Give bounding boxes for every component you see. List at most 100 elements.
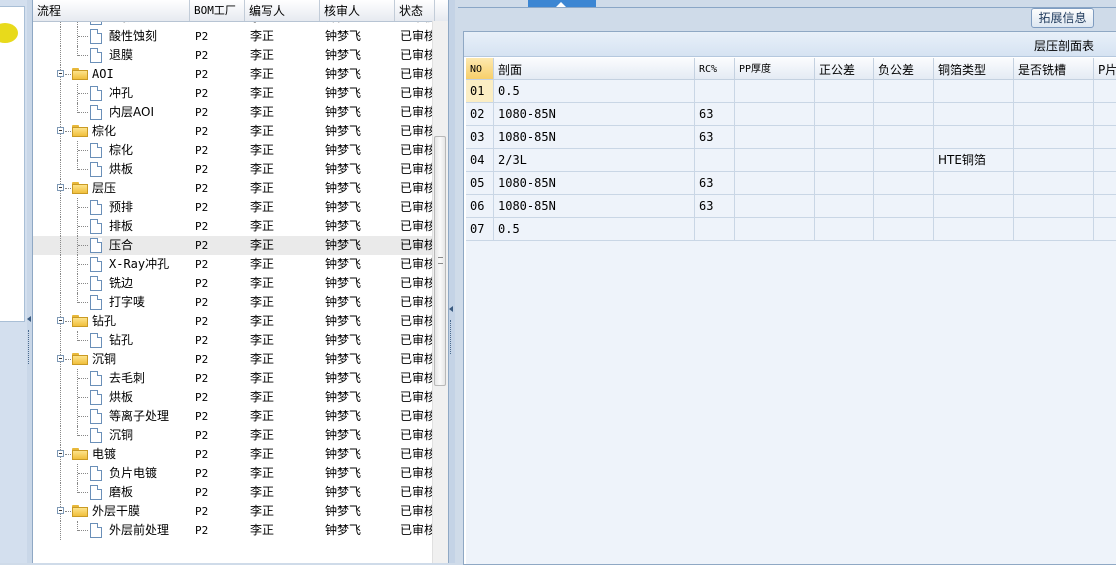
tree-vertical-scrollbar[interactable]	[432, 21, 448, 563]
tree-item-row[interactable]: 等离子处理 P2 李正 钟梦飞 已审核	[33, 407, 436, 426]
middle-splitter[interactable]	[449, 0, 455, 563]
chat-bubble-icon[interactable]	[0, 23, 18, 43]
tree-item-row[interactable]: 铣边 P2 李正 钟梦飞 已审核	[33, 274, 436, 293]
tree-item-row[interactable]: 去毛刺 P2 李正 钟梦飞 已审核	[33, 369, 436, 388]
collapse-toggle-icon[interactable]	[57, 507, 64, 514]
grid-cell[interactable]	[874, 172, 934, 195]
grid-cell[interactable]	[815, 172, 874, 195]
grid-row[interactable]: 01 0.5	[466, 80, 1116, 103]
grid-cell[interactable]: 1080-85N	[494, 126, 695, 149]
tree-item-row[interactable]: 外层前处理 P2 李正 钟梦飞 已审核	[33, 521, 436, 540]
grid-cell[interactable]	[1094, 149, 1116, 172]
grid-cell[interactable]	[815, 149, 874, 172]
tree-scroll-thumb[interactable]	[434, 136, 446, 386]
tree-item-row[interactable]: 退膜 P2 李正 钟梦飞 已审核	[33, 46, 436, 65]
tree-item-row[interactable]: 钻孔 P2 李正 钟梦飞 已审核	[33, 331, 436, 350]
grid-cell[interactable]	[1094, 80, 1116, 103]
grid-cell[interactable]: 1080-85N	[494, 195, 695, 218]
collapse-toggle-icon[interactable]	[57, 70, 64, 77]
tree-item-row[interactable]: 酸性蚀刻 P2 李正 钟梦飞 已审核	[33, 27, 436, 46]
grid-cell[interactable]: 63	[695, 103, 735, 126]
grid-cell[interactable]	[815, 126, 874, 149]
grid-cell[interactable]: 0.5	[494, 218, 695, 241]
grid-cell[interactable]	[1014, 103, 1094, 126]
tree-item-row[interactable]: X-Ray冲孔 P2 李正 钟梦飞 已审核	[33, 255, 436, 274]
tree-item-row[interactable]: 磨板 P2 李正 钟梦飞 已审核	[33, 483, 436, 502]
collapse-toggle-icon[interactable]	[57, 127, 64, 134]
grid-cell[interactable]	[735, 80, 815, 103]
grid-cell[interactable]: 63	[695, 126, 735, 149]
grid-cell[interactable]	[735, 149, 815, 172]
tree-folder-row[interactable]: 外层干膜 P2 李正 钟梦飞 已审核	[33, 502, 436, 521]
active-top-tab[interactable]	[528, 0, 596, 7]
column-header-plus-tolerance[interactable]: 正公差	[815, 58, 874, 80]
grid-row[interactable]: 07 0.5	[466, 218, 1116, 241]
tree-folder-row[interactable]: 电镀 P2 李正 钟梦飞 已审核	[33, 445, 436, 464]
grid-cell[interactable]	[1094, 103, 1116, 126]
grid-cell[interactable]: 63	[695, 195, 735, 218]
grid-cell[interactable]: 1080-85N	[494, 103, 695, 126]
collapse-toggle-icon[interactable]	[57, 450, 64, 457]
grid-row[interactable]: 02 1080-85N 63	[466, 103, 1116, 126]
grid-cell[interactable]: 0.5	[494, 80, 695, 103]
collapse-toggle-icon[interactable]	[57, 184, 64, 191]
grid-cell[interactable]	[1094, 218, 1116, 241]
grid-cell[interactable]	[1014, 149, 1094, 172]
tree-item-row[interactable]: 排板 P2 李正 钟梦飞 已审核	[33, 217, 436, 236]
tree-item-row[interactable]: 负片电镀 P2 李正 钟梦飞 已审核	[33, 464, 436, 483]
tree-item-row[interactable]: 打字唛 P2 李正 钟梦飞 已审核	[33, 293, 436, 312]
collapse-middle-arrow-icon[interactable]	[449, 306, 453, 312]
grid-cell[interactable]	[934, 80, 1014, 103]
grid-cell[interactable]	[1094, 126, 1116, 149]
grid-cell[interactable]: 1080-85N	[494, 172, 695, 195]
grid-cell[interactable]	[1014, 218, 1094, 241]
grid-cell[interactable]	[735, 172, 815, 195]
tree-item-row[interactable]: 内层AOI P2 李正 钟梦飞 已审核	[33, 103, 436, 122]
column-header-p-sheet[interactable]: P片	[1094, 58, 1116, 80]
tree-item-row[interactable]: 棕化 P2 李正 钟梦飞 已审核	[33, 141, 436, 160]
tree-item-row[interactable]: 预排 P2 李正 钟梦飞 已审核	[33, 198, 436, 217]
grid-cell[interactable]	[1014, 195, 1094, 218]
grid-cell[interactable]	[874, 80, 934, 103]
grid-cell[interactable]	[934, 172, 1014, 195]
tree-item-row[interactable]: 烘板 P2 李正 钟梦飞 已审核	[33, 160, 436, 179]
grid-row[interactable]: 05 1080-85N 63	[466, 172, 1116, 195]
grid-cell[interactable]	[695, 149, 735, 172]
grid-cell[interactable]	[1014, 80, 1094, 103]
column-header-slot[interactable]: 是否铣槽	[1014, 58, 1094, 80]
grid-cell[interactable]	[815, 195, 874, 218]
column-header-minus-tolerance[interactable]: 负公差	[874, 58, 934, 80]
tree-folder-row[interactable]: 棕化 P2 李正 钟梦飞 已审核	[33, 122, 436, 141]
tree-item-row[interactable]: 沉铜 P2 李正 钟梦飞 已审核	[33, 426, 436, 445]
tree-item-row[interactable]: 压合 P2 李正 钟梦飞 已审核	[33, 236, 436, 255]
grid-cell[interactable]	[934, 195, 1014, 218]
grid-cell[interactable]	[735, 195, 815, 218]
collapse-left-arrow-icon[interactable]	[27, 316, 31, 322]
grid-cell[interactable]	[1094, 195, 1116, 218]
column-header-process[interactable]: 流程	[33, 0, 190, 21]
column-header-bom-factory[interactable]: BOM工厂	[190, 0, 245, 21]
grid-cell[interactable]	[874, 103, 934, 126]
grid-cell[interactable]	[815, 218, 874, 241]
grid-cell[interactable]	[934, 103, 1014, 126]
column-header-author[interactable]: 编写人	[245, 0, 320, 21]
tree-folder-row[interactable]: 层压 P2 李正 钟梦飞 已审核	[33, 179, 436, 198]
grid-cell[interactable]	[1014, 126, 1094, 149]
column-header-checker[interactable]: 核审人	[320, 0, 395, 21]
tree-folder-row[interactable]: AOI P2 李正 钟梦飞 已审核	[33, 65, 436, 84]
column-header-rc[interactable]: RC%	[695, 58, 735, 80]
grid-cell[interactable]	[815, 80, 874, 103]
grid-cell[interactable]: 2/3L	[494, 149, 695, 172]
grid-cell[interactable]	[695, 80, 735, 103]
grid-cell[interactable]	[874, 126, 934, 149]
column-header-no[interactable]: NO	[466, 58, 494, 80]
grid-cell[interactable]	[735, 103, 815, 126]
grid-cell[interactable]	[874, 149, 934, 172]
collapse-toggle-icon[interactable]	[57, 355, 64, 362]
grid-cell[interactable]	[1094, 172, 1116, 195]
grid-cell[interactable]	[815, 103, 874, 126]
grid-cell[interactable]	[874, 195, 934, 218]
column-header-status[interactable]: 状态	[395, 0, 435, 21]
grid-cell[interactable]: 63	[695, 172, 735, 195]
grid-row[interactable]: 04 2/3L HTE铜箔	[466, 149, 1116, 172]
